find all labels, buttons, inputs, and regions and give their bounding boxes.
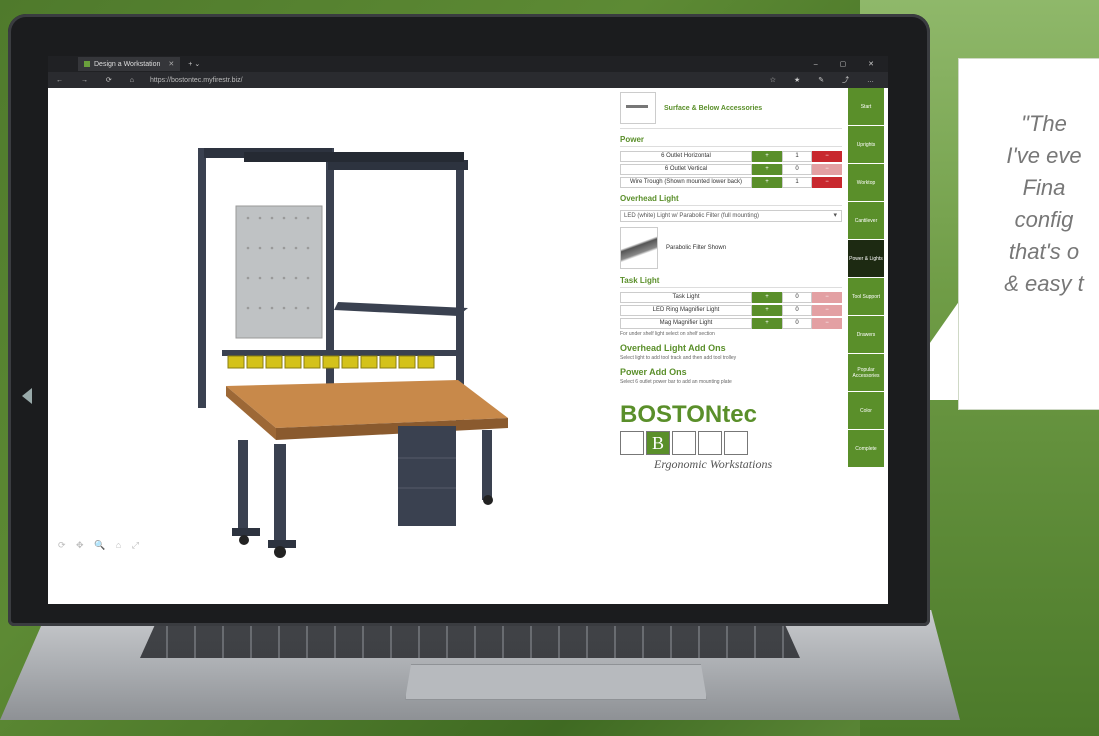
url-field[interactable]: https://bostontec.myfirestr.biz/ <box>150 77 243 84</box>
laptop-screen: Design a Workstation ✕ + ⌄ – ▢ ✕ ← → ⟳ ⌂… <box>48 56 888 604</box>
side-tab-power-lights[interactable]: Power & Lights <box>848 240 884 278</box>
task-item-label: Task Light <box>620 292 752 303</box>
task-row: Task Light + 0 − <box>620 292 842 303</box>
logo-box <box>620 431 644 455</box>
quantity-field[interactable]: 1 <box>782 151 812 162</box>
side-tab-cantilever[interactable]: Cantilever <box>848 202 884 240</box>
side-tab-uprights[interactable]: Uprights <box>848 126 884 164</box>
task-light-note: For under shelf light select on shelf se… <box>620 331 715 337</box>
quote-line: "The <box>1021 111 1067 136</box>
power-item-label: Wire Trough (Shown mounted lower back) <box>620 177 752 188</box>
nav-buttons[interactable]: ← → ⟳ ⌂ <box>48 76 150 84</box>
logo-tagline: Ergonomic Workstations <box>654 457 773 471</box>
close-tab-icon[interactable]: ✕ <box>168 60 174 68</box>
quote-line: Fina <box>1022 175 1066 200</box>
decrement-button[interactable]: − <box>812 177 842 188</box>
overhead-light-select[interactable]: LED (white) Light w/ Parabolic Filter (f… <box>620 210 842 222</box>
quantity-field[interactable]: 0 <box>782 292 812 303</box>
power-addons-heading: Power Add Ons <box>620 367 687 377</box>
increment-button[interactable]: + <box>752 164 782 175</box>
power-heading: Power <box>620 135 842 147</box>
side-tab-color[interactable]: Color <box>848 392 884 430</box>
power-row: 6 Outlet Vertical + 0 − <box>620 164 842 175</box>
trackpad <box>405 664 707 700</box>
quantity-field[interactable]: 0 <box>782 164 812 175</box>
side-tab-start[interactable]: Start <box>848 88 884 126</box>
power-item-label: 6 Outlet Horizontal <box>620 151 752 162</box>
logo-box-b: B <box>646 431 670 455</box>
increment-button[interactable]: + <box>752 305 782 316</box>
decrement-button[interactable]: − <box>812 164 842 175</box>
power-addons-note: Select 6 outlet power bar to add an moun… <box>620 379 732 385</box>
tab-title: Design a Workstation <box>94 60 161 68</box>
increment-button[interactable]: + <box>752 177 782 188</box>
logo-box <box>724 431 748 455</box>
logo-box <box>698 431 722 455</box>
quantity-field[interactable]: 1 <box>782 177 812 188</box>
light-thumb-caption: Parabolic Filter Shown <box>666 245 727 251</box>
new-tab-button[interactable]: + ⌄ <box>188 60 200 68</box>
task-row: LED Ring Magnifier Light + 0 − <box>620 305 842 316</box>
selection-title: Surface & Below Accessories <box>664 104 763 112</box>
power-item-label: 6 Outlet Vertical <box>620 164 752 175</box>
decrement-button[interactable]: − <box>812 292 842 303</box>
side-tab-tool-support[interactable]: Tool Support <box>848 278 884 316</box>
side-tab-complete[interactable]: Complete <box>848 430 884 468</box>
browser-tab[interactable]: Design a Workstation ✕ <box>78 57 181 71</box>
task-item-label: LED Ring Magnifier Light <box>620 305 752 316</box>
viewer-toolbar[interactable]: ⟳ ✥ 🔍 ⌂ ⤢ <box>58 540 143 551</box>
task-row: Mag Magnifier Light + 0 − <box>620 318 842 329</box>
task-light-heading: Task Light <box>620 276 842 288</box>
side-tab-worktop[interactable]: Worktop <box>848 164 884 202</box>
viewer-tools-icons[interactable]: ⟳ ✥ 🔍 ⌂ ⤢ <box>58 540 143 550</box>
quote-line: config <box>1014 207 1074 232</box>
workstation-render <box>198 148 508 558</box>
selection-header: Surface & Below Accessories <box>620 88 842 129</box>
logo-boxes: B <box>620 431 842 455</box>
bostontec-logo: BOSTONtec B Ergonomic Workstations <box>620 401 842 472</box>
side-tabs: Start Uprights Worktop Cantilever Power … <box>848 88 884 468</box>
quote-line: I've eve <box>1006 143 1082 168</box>
decrement-button[interactable]: − <box>812 151 842 162</box>
configurator-page: ⟳ ✥ 🔍 ⌂ ⤢ Surface & Below Accessories Po… <box>48 88 888 604</box>
logo-box <box>672 431 696 455</box>
increment-button[interactable]: + <box>752 292 782 303</box>
logo-brand: BOSTONtec <box>620 401 757 428</box>
increment-button[interactable]: + <box>752 318 782 329</box>
decrement-button[interactable]: − <box>812 318 842 329</box>
laptop-lid: Design a Workstation ✕ + ⌄ – ▢ ✕ ← → ⟳ ⌂… <box>8 14 930 626</box>
quantity-field[interactable]: 0 <box>782 305 812 316</box>
power-row: Wire Trough (Shown mounted lower back) +… <box>620 177 842 188</box>
window-controls[interactable]: – ▢ ✕ <box>814 60 888 68</box>
quote-line: & easy t <box>1004 271 1084 296</box>
quote-line: that's o <box>1008 239 1080 264</box>
config-panel: Surface & Below Accessories Power 6 Outl… <box>620 88 842 604</box>
address-bar: ← → ⟳ ⌂ https://bostontec.myfirestr.biz/… <box>48 72 888 88</box>
overhead-addons-heading: Overhead Light Add Ons <box>620 343 726 353</box>
quantity-field[interactable]: 0 <box>782 318 812 329</box>
power-row: 6 Outlet Horizontal + 1 − <box>620 151 842 162</box>
favicon-icon <box>84 61 90 67</box>
overhead-light-heading: Overhead Light <box>620 194 842 206</box>
task-item-label: Mag Magnifier Light <box>620 318 752 329</box>
workbench-thumb-icon <box>620 92 656 124</box>
overhead-light-preview: Parabolic Filter Shown <box>620 226 842 270</box>
workstation-3d-viewer[interactable]: ⟳ ✥ 🔍 ⌂ ⤢ <box>48 88 610 604</box>
browser-tabbar: Design a Workstation ✕ + ⌄ – ▢ ✕ <box>48 56 888 72</box>
speaker-icon <box>22 388 32 404</box>
light-thumb-image <box>620 227 658 269</box>
browser-actions[interactable]: ☆ ★ ✎ ⤴ … <box>770 75 888 85</box>
testimonial-text: "The I've eve Fina config that's o & eas… <box>964 108 1099 300</box>
decrement-button[interactable]: − <box>812 305 842 316</box>
side-tab-popular-accessories[interactable]: Popular Accessories <box>848 354 884 392</box>
overhead-addons-note: Select light to add tool track and then … <box>620 355 737 361</box>
side-tab-drawers[interactable]: Drawers <box>848 316 884 354</box>
increment-button[interactable]: + <box>752 151 782 162</box>
